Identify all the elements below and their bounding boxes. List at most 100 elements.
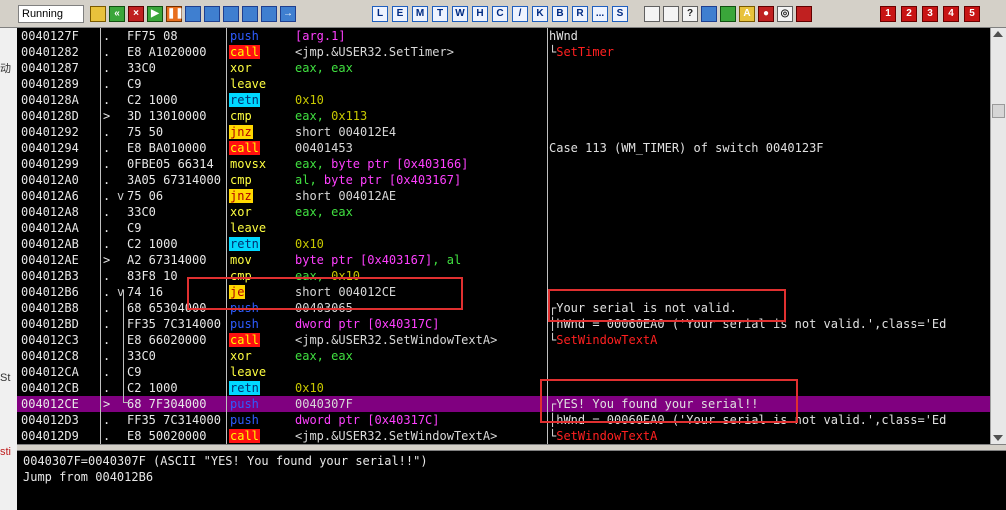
grid-icon[interactable]	[663, 6, 679, 22]
disasm-row[interactable]: 004012B3. 83F8 10 cmp eax, 0x10	[17, 268, 990, 284]
mnemonic-cell: mov	[229, 252, 293, 268]
disasm-row[interactable]: 004012AB. C2 1000 retn 0x10	[17, 236, 990, 252]
open-icon[interactable]	[90, 6, 106, 22]
disasm-row[interactable]: 004012CA. C9 leave	[17, 364, 990, 380]
disasm-row[interactable]: 004012B6. v 74 16 je short 004012CE	[17, 284, 990, 300]
address-cell: 004012CE	[21, 397, 79, 411]
step-over-icon[interactable]	[204, 6, 220, 22]
window-number-button-5[interactable]: 5	[964, 6, 980, 22]
window-button-4[interactable]: W	[452, 6, 468, 22]
operand-part: eax,	[295, 157, 332, 171]
hex-cell: E8 BA010000	[127, 141, 207, 155]
hex-cell: C2 1000	[127, 93, 178, 107]
disasm-row[interactable]: 004012A8. 33C0 xor eax, eax	[17, 204, 990, 220]
window-button-12[interactable]: S	[612, 6, 628, 22]
disasm-row[interactable]: 00401292. 75 50 jnz short 004012E4	[17, 124, 990, 140]
scroll-thumb[interactable]	[992, 104, 1005, 118]
record-icon[interactable]: ●	[758, 6, 774, 22]
mnemonic-text: retn	[229, 237, 260, 251]
window-button-6[interactable]: C	[492, 6, 508, 22]
disasm-row[interactable]: 00401299. 0FBE05 66314 movsx eax, byte ptr …	[17, 156, 990, 172]
disasm-row[interactable]: 004012C8. 33C0 xor eax, eax	[17, 348, 990, 364]
window-button-3[interactable]: T	[432, 6, 448, 22]
operand-part: 0x113	[331, 109, 368, 123]
window-button-0[interactable]: L	[372, 6, 388, 22]
jump-arrow-cell	[117, 92, 127, 108]
disasm-row[interactable]: 004012D9. E8 50020000 call <jmp.&USER32.Set…	[17, 428, 990, 444]
jump-arrow-cell	[117, 172, 127, 188]
disasm-row[interactable]: 00401287. 33C0 xor eax, eax	[17, 60, 990, 76]
comment-cell	[549, 60, 990, 76]
scroll-down-icon[interactable]	[993, 435, 1003, 441]
disasm-row[interactable]: 004012A6. v 75 06 jnz short 004012AE	[17, 188, 990, 204]
window-button-10[interactable]: R	[572, 6, 588, 22]
mnemonic-cell: push	[229, 316, 293, 332]
window-button-9[interactable]: B	[552, 6, 568, 22]
disasm-row[interactable]: 004012BD. FF35 7C314000 push dword ptr [0x4…	[17, 316, 990, 332]
operands-cell: 0x10	[295, 380, 549, 396]
hex-cell: 33C0	[127, 61, 156, 75]
disasm-row[interactable]: 00401294. E8 BA010000 call 00401453 Case 113…	[17, 140, 990, 156]
annotation-box-found	[540, 379, 798, 423]
window-number-button-4[interactable]: 4	[943, 6, 959, 22]
execute-till-return-icon[interactable]	[261, 6, 277, 22]
scroll-up-icon[interactable]	[993, 31, 1003, 37]
mnemonic-cell: jnz	[229, 188, 293, 204]
trace-over-icon[interactable]	[242, 6, 258, 22]
window-button-7[interactable]: /	[512, 6, 528, 22]
disasm-row[interactable]: 004012AA. C9 leave	[17, 220, 990, 236]
list-icon[interactable]	[644, 6, 660, 22]
hw-icon[interactable]	[720, 6, 736, 22]
hex-cell: C9	[127, 77, 142, 91]
hex-cell: C9	[127, 365, 142, 379]
pause-icon[interactable]: ❚❚	[166, 6, 184, 22]
font-icon[interactable]: A	[739, 6, 755, 22]
disasm-row[interactable]: 004012CB. C2 1000 retn 0x10	[17, 380, 990, 396]
mnemonic-text: call	[229, 141, 260, 155]
run-icon[interactable]: ▶	[147, 6, 163, 22]
disasm-row[interactable]: 004012CE >68 7F304000 push 0040307F ┌YES! Yo…	[17, 396, 990, 412]
pane-splitter[interactable]	[17, 444, 1006, 451]
target-icon[interactable]: ◎	[777, 6, 793, 22]
restart-icon[interactable]: «	[109, 6, 125, 22]
comment-cell: hWnd	[549, 28, 990, 44]
trace-into-icon[interactable]	[223, 6, 239, 22]
disasm-row[interactable]: 00401282. E8 A1020000 call <jmp.&USER32.Set…	[17, 44, 990, 60]
window-button-8[interactable]: K	[532, 6, 548, 22]
disasm-row[interactable]: 0040128A. C2 1000 retn 0x10	[17, 92, 990, 108]
comment-cell: Case 113 (WM_TIMER) of switch 0040123F	[549, 140, 990, 156]
operand-part: byte ptr [0x403167]	[323, 173, 462, 187]
help-icon[interactable]: ?	[682, 6, 698, 22]
operands-cell: eax, eax	[295, 348, 549, 364]
step-into-icon[interactable]	[185, 6, 201, 22]
operand-part: <jmp.&USER32.SetWindowTextA>	[295, 429, 498, 443]
disasm-row[interactable]: 004012A0. 3A05 67314000 cmp al, byte ptr [0…	[17, 172, 990, 188]
address-cell: 004012B3	[21, 269, 79, 283]
window-button-2[interactable]: M	[412, 6, 428, 22]
operands-cell: 00401453	[295, 140, 549, 156]
window-number-button-3[interactable]: 3	[922, 6, 938, 22]
disasm-row[interactable]: 004012D3. FF35 7C314000 push dword ptr [0x4…	[17, 412, 990, 428]
hex-cell: 3D 13010000	[127, 109, 207, 123]
jump-arrow-cell	[117, 380, 127, 396]
refresh-icon[interactable]	[701, 6, 717, 22]
disasm-row[interactable]: 004012C3. E8 66020000 call <jmp.&USER32.Set…	[17, 332, 990, 348]
window-button-1[interactable]: E	[392, 6, 408, 22]
window-button-11[interactable]: ...	[592, 6, 608, 22]
mnemonic-text: xor	[230, 205, 252, 219]
close-icon[interactable]: ×	[128, 6, 144, 22]
disassembly-scrollbar[interactable]	[990, 28, 1006, 444]
operands-cell	[295, 220, 549, 236]
plugin-icon[interactable]	[796, 6, 812, 22]
disassembly-pane[interactable]: 0040127F. FF75 08 push [arg.1] hWnd 00401282.…	[17, 28, 990, 444]
go-to-icon[interactable]: →	[280, 6, 296, 22]
disasm-row[interactable]: 004012AE > A2 67314000 mov byte ptr [0x40316…	[17, 252, 990, 268]
window-number-button-1[interactable]: 1	[880, 6, 896, 22]
window-number-button-2[interactable]: 2	[901, 6, 917, 22]
disasm-row[interactable]: 0040127F. FF75 08 push [arg.1] hWnd	[17, 28, 990, 44]
disasm-row[interactable]: 0040128D >3D 13010000 cmp eax, 0x113	[17, 108, 990, 124]
address-cell: 00401287	[21, 61, 79, 75]
disasm-row[interactable]: 00401289. C9 leave	[17, 76, 990, 92]
window-button-5[interactable]: H	[472, 6, 488, 22]
disasm-row[interactable]: 004012B8. 68 65304000 push 00403065 ┌Your se…	[17, 300, 990, 316]
